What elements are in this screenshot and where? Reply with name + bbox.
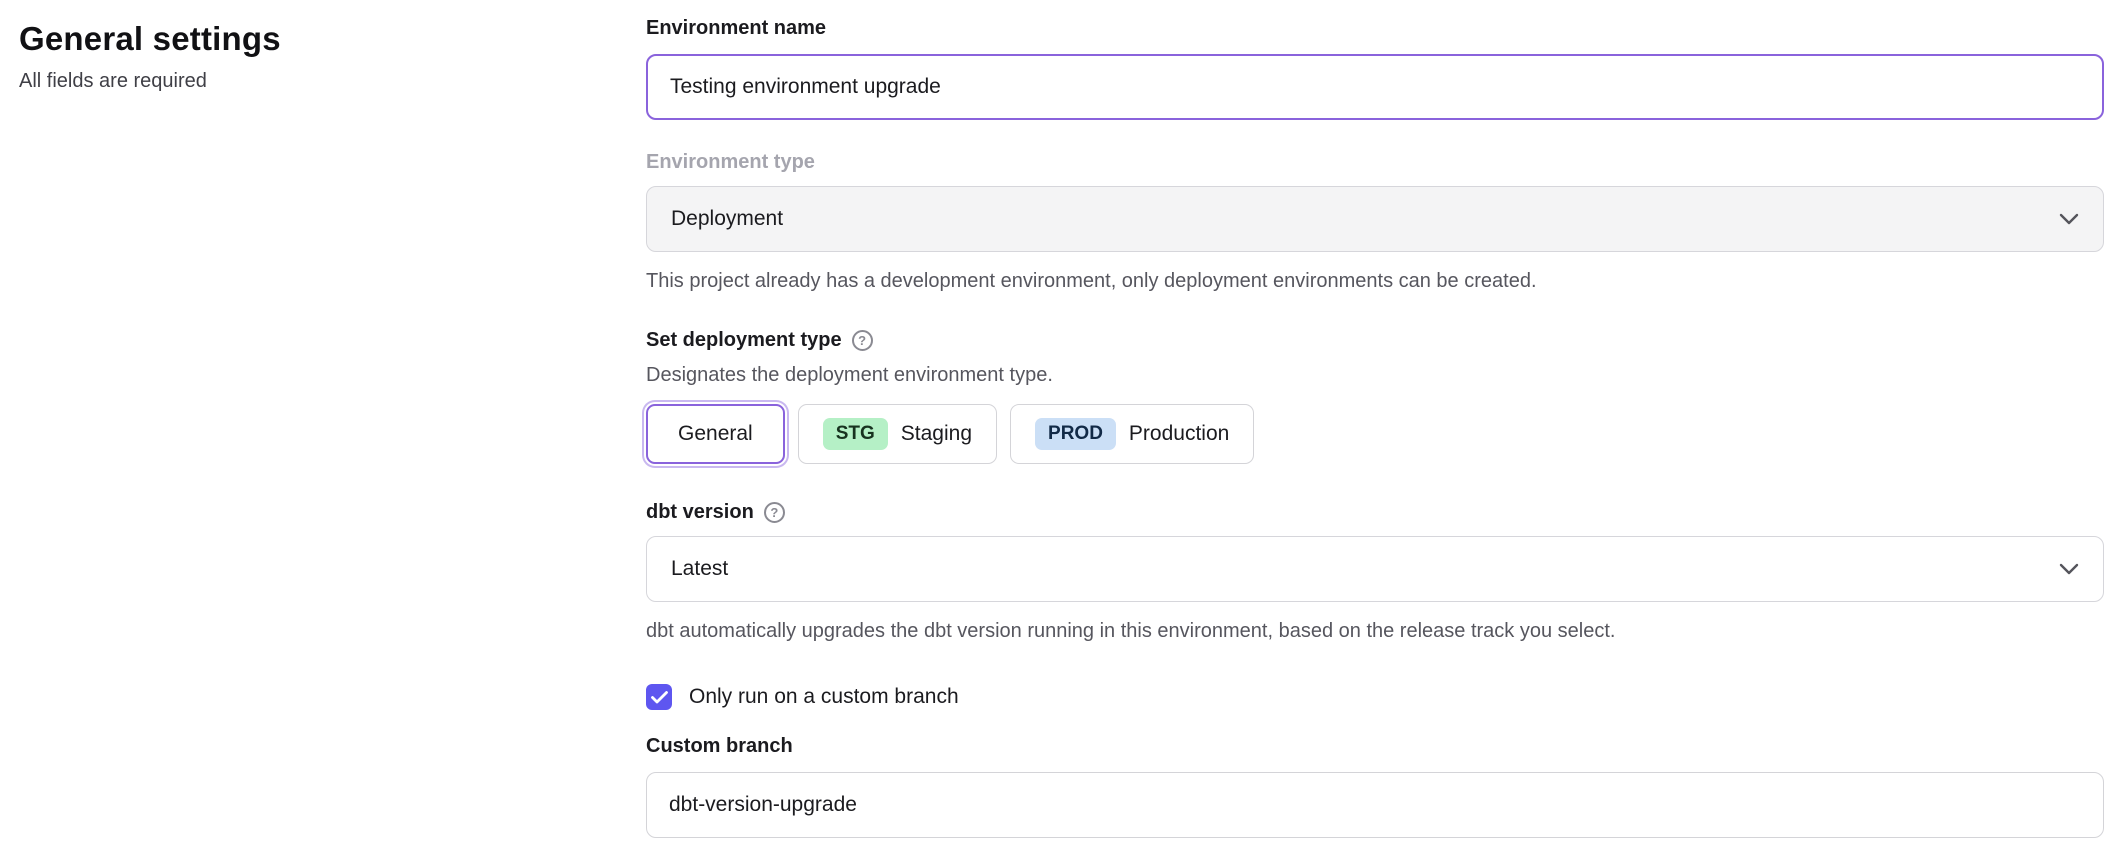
deployment-type-option-staging[interactable]: STG Staging — [798, 404, 997, 464]
dbt-version-select[interactable]: Latest — [646, 536, 2104, 602]
environment-name-label: Environment name — [646, 16, 2104, 40]
settings-header: General settings All fields are required — [19, 20, 579, 93]
environment-type-helper: This project already has a development e… — [646, 268, 2104, 294]
dbt-version-value: Latest — [671, 557, 728, 581]
deployment-type-description: Designates the deployment environment ty… — [646, 362, 2104, 388]
custom-branch-toggle[interactable]: Only run on a custom branch — [646, 684, 2104, 710]
deployment-type-label: Set deployment type — [646, 328, 842, 352]
help-icon[interactable]: ? — [764, 502, 785, 523]
environment-settings-form: Environment name Environment type Deploy… — [646, 16, 2104, 838]
stg-badge: STG — [823, 418, 888, 450]
help-icon[interactable]: ? — [852, 330, 873, 351]
page-subtitle: All fields are required — [19, 70, 579, 93]
custom-branch-input[interactable] — [646, 772, 2104, 838]
option-label: Production — [1129, 422, 1229, 446]
deployment-type-option-production[interactable]: PROD Production — [1010, 404, 1254, 464]
environment-type-value: Deployment — [671, 207, 783, 231]
custom-branch-label: Custom branch — [646, 734, 2104, 758]
dbt-version-label: dbt version — [646, 500, 754, 524]
environment-name-input[interactable] — [646, 54, 2104, 120]
page-title: General settings — [19, 20, 579, 58]
option-label: General — [678, 422, 753, 446]
environment-type-label: Environment type — [646, 150, 2104, 174]
deployment-type-option-general[interactable]: General — [646, 404, 785, 464]
checkbox-checked-icon[interactable] — [646, 684, 672, 710]
chevron-down-icon — [2059, 563, 2079, 575]
option-label: Staging — [901, 422, 972, 446]
dbt-version-helper: dbt automatically upgrades the dbt versi… — [646, 618, 2104, 644]
prod-badge: PROD — [1035, 418, 1116, 450]
deployment-type-options: General STG Staging PROD Production — [646, 404, 2104, 464]
custom-branch-toggle-label: Only run on a custom branch — [689, 685, 959, 709]
environment-type-select[interactable]: Deployment — [646, 186, 2104, 252]
chevron-down-icon — [2059, 213, 2079, 225]
